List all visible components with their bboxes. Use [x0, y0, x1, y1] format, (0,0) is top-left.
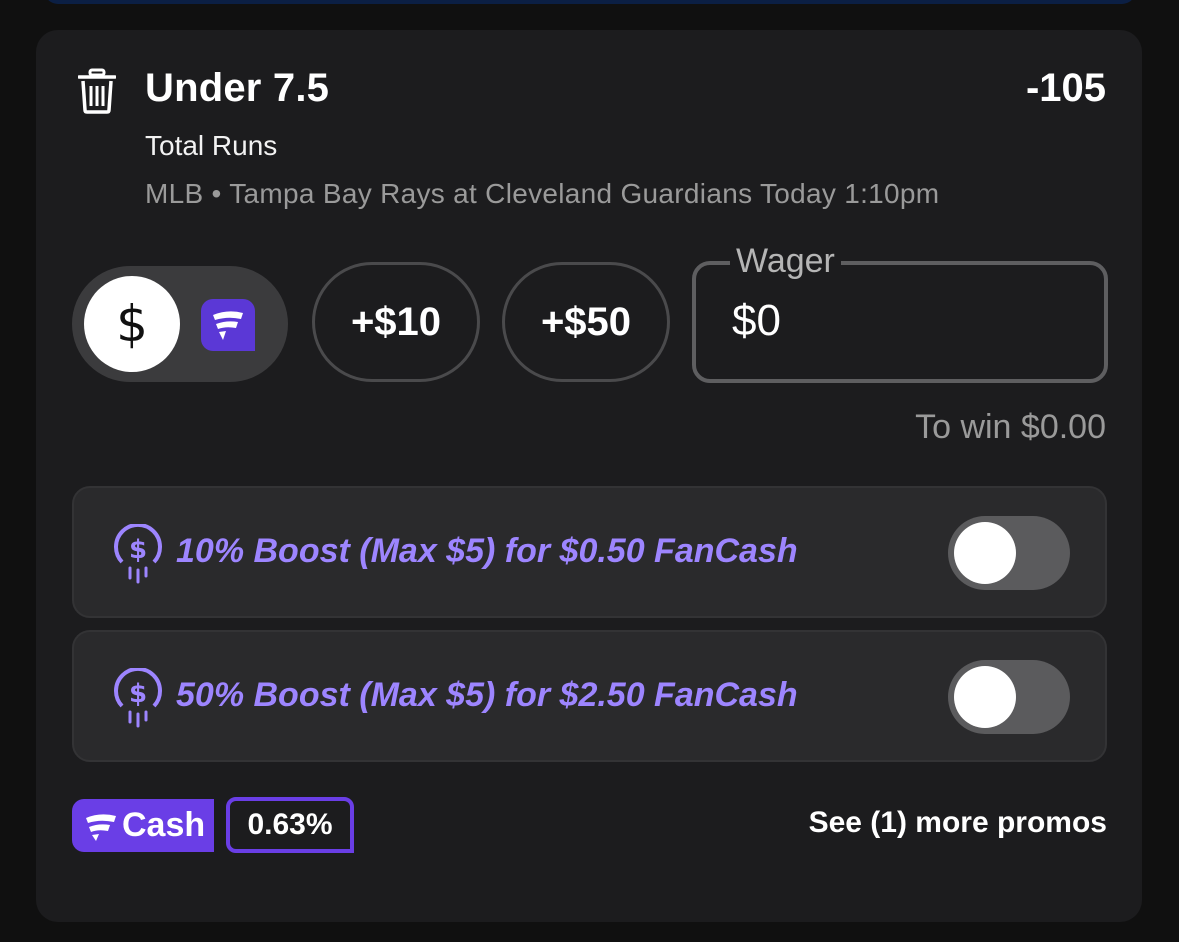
wager-label: Wager [730, 242, 841, 281]
market-name: Total Runs [145, 130, 278, 161]
promo-toggle-switch[interactable] [948, 516, 1070, 590]
boost-coin-icon: $ [108, 522, 168, 584]
add-50-button[interactable]: +$50 [502, 262, 670, 382]
promo-text: 10% Boost (Max $5) for $0.50 FanCash [176, 532, 798, 570]
boost-coin-icon: $ [108, 666, 168, 728]
svg-text:$: $ [129, 535, 147, 565]
event-info: MLB • Tampa Bay Rays at Cleveland Guardi… [145, 178, 940, 209]
cash-option-button[interactable]: $ [84, 276, 180, 372]
add-10-button[interactable]: +$10 [312, 262, 480, 382]
bet-slip-card [36, 30, 1142, 922]
fancash-badge: Cash [72, 799, 214, 852]
promo-toggle-switch[interactable] [948, 660, 1070, 734]
switch-knob [954, 666, 1016, 728]
previous-card-edge [44, 0, 1136, 4]
promo-boost-50: $ 50% Boost (Max $5) for $2.50 FanCash [72, 630, 1107, 762]
fancash-option-button[interactable] [201, 299, 255, 351]
selection-title: Under 7.5 [145, 66, 330, 110]
dollar-symbol: $ [116, 295, 148, 353]
switch-knob [954, 522, 1016, 584]
trash-icon[interactable] [77, 68, 117, 114]
promo-text: 50% Boost (Max $5) for $2.50 FanCash [176, 676, 798, 714]
fancash-logo-icon [86, 813, 116, 841]
wager-input[interactable] [732, 296, 1032, 346]
more-promos-link[interactable]: See (1) more promos [809, 806, 1107, 840]
svg-text:$: $ [129, 679, 147, 709]
fancash-logo-icon [213, 311, 243, 340]
odds-value: -105 [1025, 66, 1106, 110]
fancash-label: Cash [122, 806, 206, 844]
to-win-text: To win $0.00 [915, 408, 1106, 446]
currency-toggle[interactable]: $ [72, 266, 288, 382]
fancash-percent-badge: 0.63% [226, 797, 354, 853]
promo-boost-10: $ 10% Boost (Max $5) for $0.50 FanCash [72, 486, 1107, 618]
